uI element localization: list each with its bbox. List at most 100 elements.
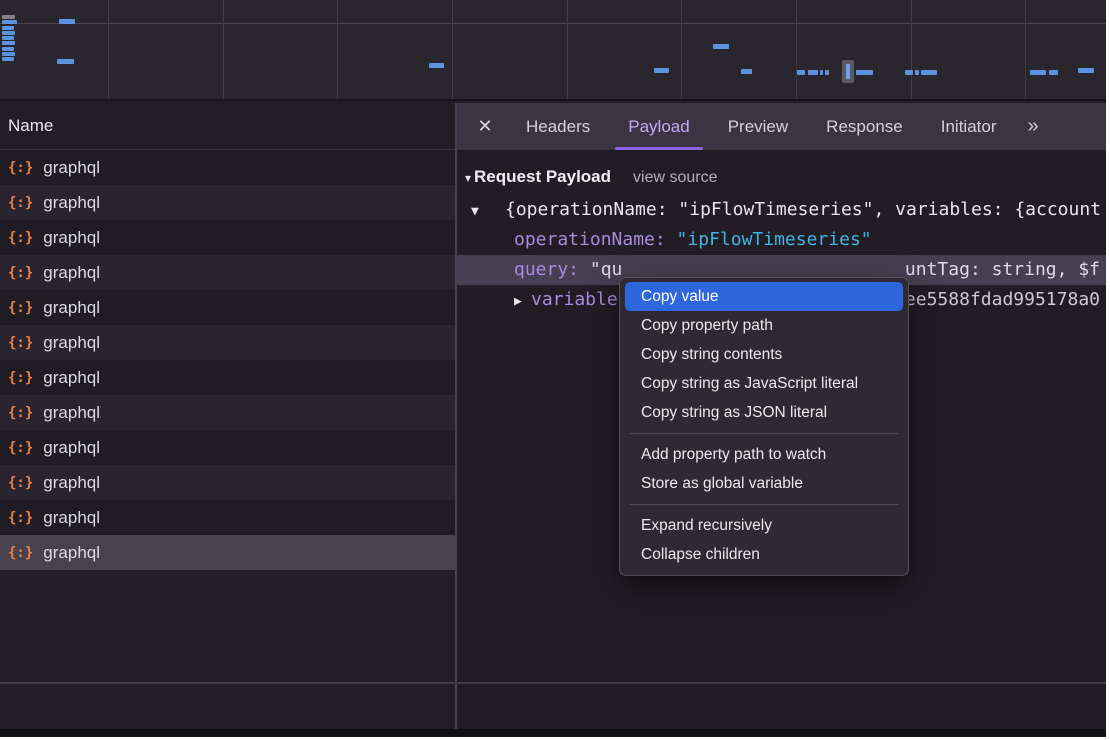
json-braces-icon: {:} — [8, 370, 33, 386]
grid-line — [911, 0, 912, 99]
menu-item-copy-string-contents[interactable]: Copy string contents — [620, 340, 908, 369]
menu-item-copy-property-path[interactable]: Copy property path — [620, 311, 908, 340]
network-main-split: Name {:} graphql {:} graphql {:} graphql {:… — [0, 103, 1106, 729]
request-timing-bar — [2, 52, 15, 56]
request-rows: {:} graphql {:} graphql {:} graphql {:} grap… — [0, 150, 455, 570]
request-timing-bar — [797, 70, 805, 75]
request-name: graphql — [43, 368, 100, 388]
json-braces-icon: {:} — [8, 195, 33, 211]
close-icon[interactable]: ✕ — [471, 116, 499, 137]
json-braces-icon: {:} — [8, 440, 33, 456]
property-value: "ipFlowTimeseries" — [666, 229, 872, 250]
request-row[interactable]: {:}graphql — [0, 185, 455, 220]
request-row-selected[interactable]: {:} graphql — [0, 535, 455, 570]
network-overview-timeline[interactable] — [0, 0, 1106, 101]
expand-arrow-icon[interactable]: ▶ — [514, 287, 531, 317]
grid-line — [452, 0, 453, 99]
menu-item-collapse-children[interactable]: Collapse children — [620, 540, 908, 569]
request-timing-bar — [429, 63, 444, 68]
menu-separator — [630, 504, 898, 505]
tab-initiator[interactable]: Initiator — [922, 103, 1016, 150]
property-value-right: ee5588fdad995178a0 — [905, 285, 1100, 315]
section-title: Request Payload — [474, 167, 611, 187]
grid-line — [681, 0, 682, 99]
request-row[interactable]: {:} graphql — [0, 395, 455, 430]
request-name: graphql — [43, 508, 100, 528]
overview-divider-line — [0, 23, 1106, 24]
request-row[interactable]: {:} graphql — [0, 360, 455, 395]
json-braces-icon: {:} — [8, 160, 33, 176]
property-value-right: untTag: string, $f — [905, 255, 1100, 285]
menu-item-expand-recursively[interactable]: Expand recursively — [620, 511, 908, 540]
request-timing-bar — [654, 68, 669, 73]
context-menu: Copy value Copy property path Copy strin… — [619, 277, 909, 576]
name-column-header[interactable]: Name — [0, 103, 455, 150]
request-timing-bar — [808, 70, 818, 75]
request-timing-bar — [2, 41, 15, 45]
grid-line — [337, 0, 338, 99]
request-payload-section: ▾ Request Payload view source — [465, 167, 1106, 187]
json-braces-icon: {:} — [8, 265, 33, 281]
window-bottom-edge — [0, 729, 1106, 737]
request-row[interactable]: {:} graphql — [0, 150, 455, 185]
view-source-link[interactable]: view source — [633, 169, 717, 187]
request-timing-bar — [2, 15, 15, 19]
tab-headers[interactable]: Headers — [507, 103, 609, 150]
request-row[interactable]: {:} graphql — [0, 290, 455, 325]
request-timing-bar — [2, 31, 15, 35]
request-name: graphql — [43, 298, 100, 318]
json-braces-icon: {:} — [8, 230, 33, 246]
json-braces-icon: {:} — [8, 545, 33, 561]
request-timing-bar — [57, 59, 74, 64]
grid-line — [223, 0, 224, 99]
request-name: graphql — [43, 158, 100, 178]
request-row[interactable]: {:}graphql — [0, 255, 455, 290]
grid-line — [567, 0, 568, 99]
json-braces-icon: {:} — [8, 335, 33, 351]
request-timing-bar — [2, 26, 14, 30]
request-timing-bar — [59, 19, 75, 24]
tab-preview[interactable]: Preview — [709, 103, 807, 150]
request-timing-bar — [1078, 68, 1094, 73]
grid-line — [796, 0, 797, 99]
request-name: graphql — [43, 333, 100, 353]
tab-payload[interactable]: Payload — [609, 103, 708, 150]
request-timing-bar — [856, 70, 873, 75]
request-name: graphql — [43, 543, 100, 563]
payload-root-row[interactable]: ▼{operationName: "ipFlowTimeseries", var… — [457, 195, 1106, 225]
section-collapse-icon[interactable]: ▾ — [465, 171, 471, 185]
property-name: query: — [514, 259, 579, 280]
summary-bar-divider — [0, 682, 1106, 684]
property-name: operationName: — [514, 229, 666, 250]
request-name: graphql — [43, 403, 100, 423]
menu-item-copy-string-js-literal[interactable]: Copy string as JavaScript literal — [620, 369, 908, 398]
payload-prop-operationName[interactable]: operationName: "ipFlowTimeseries" — [457, 225, 1106, 255]
grid-line — [1025, 0, 1026, 99]
more-tabs-chevron-icon[interactable]: » — [1015, 115, 1047, 138]
request-row[interactable]: {:}graphql — [0, 430, 455, 465]
expand-arrow-icon[interactable]: ▼ — [471, 197, 505, 227]
request-timing-bar — [905, 70, 913, 75]
request-timing-bar — [713, 44, 729, 49]
request-row[interactable]: {:}graphql — [0, 220, 455, 255]
request-row[interactable]: {:} graphql — [0, 325, 455, 360]
request-timing-bar — [1049, 70, 1058, 75]
json-braces-icon: {:} — [8, 475, 33, 491]
menu-separator — [630, 433, 898, 434]
request-timing-bar — [825, 70, 829, 75]
menu-item-store-as-global-variable[interactable]: Store as global variable — [620, 469, 908, 498]
property-name: variables — [531, 289, 629, 310]
json-braces-icon: {:} — [8, 300, 33, 316]
menu-item-add-property-path-to-watch[interactable]: Add property path to watch — [620, 440, 908, 469]
menu-item-copy-value[interactable]: Copy value — [625, 282, 903, 311]
request-timing-bar — [2, 57, 14, 61]
request-row[interactable]: {:}graphql — [0, 465, 455, 500]
menu-item-copy-string-json-literal[interactable]: Copy string as JSON literal — [620, 398, 908, 427]
request-timing-bar — [915, 70, 919, 75]
request-timing-bar — [2, 47, 14, 51]
json-braces-icon: {:} — [8, 405, 33, 421]
property-value-left: "qu — [579, 259, 622, 280]
request-list-panel: Name {:} graphql {:} graphql {:} graphql {:… — [0, 103, 457, 729]
request-row[interactable]: {:}graphql — [0, 500, 455, 535]
tab-response[interactable]: Response — [807, 103, 922, 150]
